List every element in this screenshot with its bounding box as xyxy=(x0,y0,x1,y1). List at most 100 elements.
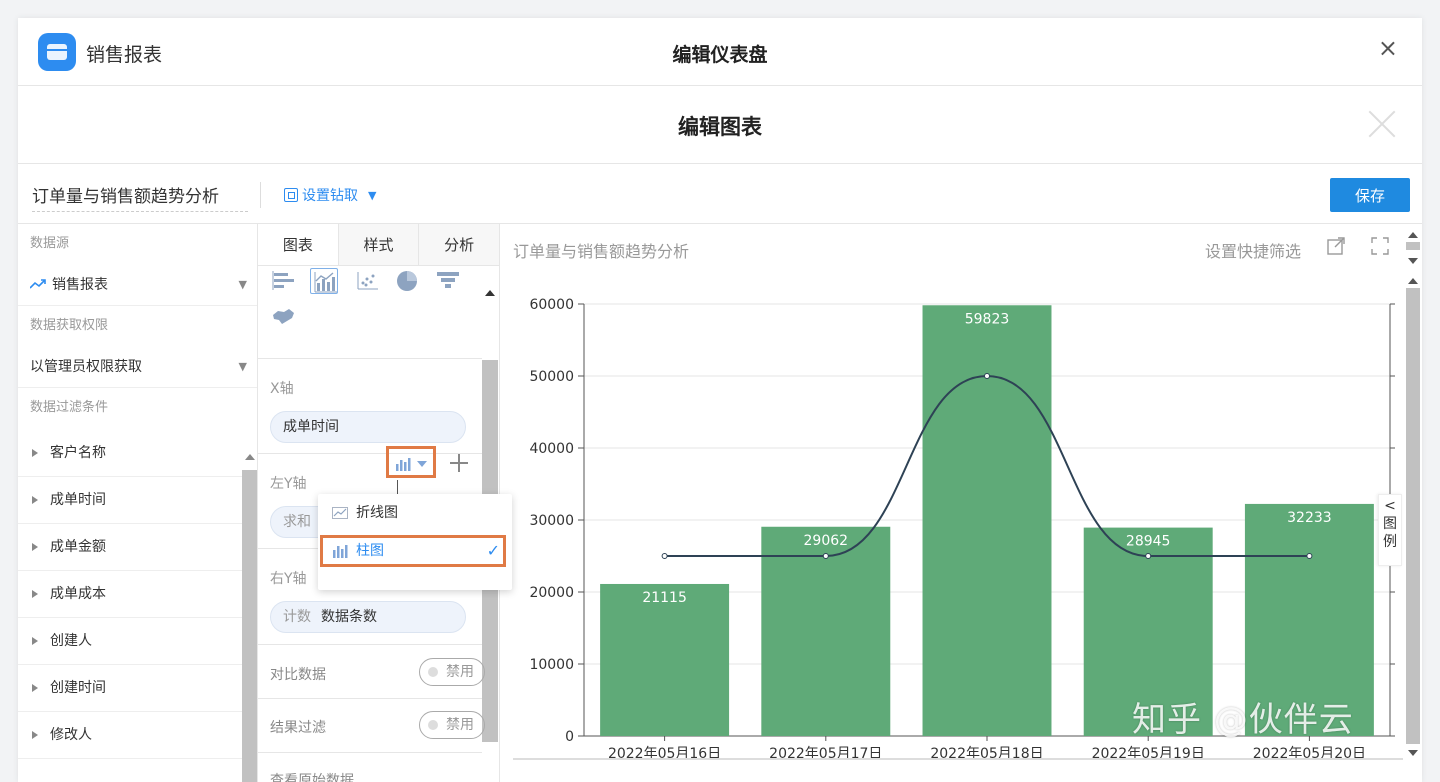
pie-chart-icon[interactable] xyxy=(394,268,422,294)
combo-chart-icon[interactable] xyxy=(310,268,338,294)
line-point[interactable] xyxy=(1306,553,1313,559)
tab-analysis[interactable]: 分析 xyxy=(419,224,499,265)
bar[interactable] xyxy=(600,583,730,736)
save-button[interactable]: 保存 xyxy=(1330,178,1410,212)
toolbar-divider xyxy=(260,182,261,208)
y-tick-label: 50000 xyxy=(529,369,574,385)
add-icon[interactable] xyxy=(450,454,468,472)
chart-scrollbar[interactable] xyxy=(1406,288,1420,744)
filter-item-label: 成单时间 xyxy=(50,492,106,508)
scroll-up-icon[interactable] xyxy=(1408,232,1418,238)
chevron-down-icon xyxy=(417,461,427,467)
chevron-left-icon: < xyxy=(1384,498,1396,514)
filter-item-deal-amount[interactable]: 成单金额 xyxy=(18,524,244,571)
tab-chart[interactable]: 图表 xyxy=(258,224,339,265)
line-point[interactable] xyxy=(1145,553,1152,559)
scroll-down-icon[interactable] xyxy=(1408,750,1418,756)
quick-filter-link[interactable]: 设置快捷筛选 xyxy=(1205,238,1301,262)
y-tick-label: 60000 xyxy=(529,297,574,313)
aggregation-label: 计数 xyxy=(283,609,311,625)
filter-item-label: 修改人 xyxy=(50,727,92,743)
bar[interactable] xyxy=(1244,503,1374,736)
filter-item-created-time[interactable]: 创建时间 xyxy=(18,665,244,712)
x-axis-label: X轴 xyxy=(270,381,294,397)
legend-label: 图例 xyxy=(1383,516,1397,550)
filter-item-label: 创建时间 xyxy=(50,680,106,696)
dropdown-option-label: 折线图 xyxy=(356,505,398,521)
expand-icon xyxy=(32,590,38,598)
bar-value-label: 28945 xyxy=(1126,534,1171,550)
dropdown-option-label: 柱图 xyxy=(356,543,384,559)
filter-item-label: 成单金额 xyxy=(50,539,106,555)
divider xyxy=(258,644,482,645)
open-external-icon[interactable] xyxy=(1326,236,1346,256)
horizontal-bar-chart-icon[interactable] xyxy=(270,268,298,294)
filter-item-deal-time[interactable]: 成单时间 xyxy=(18,477,244,524)
line-chart-icon xyxy=(332,507,348,519)
funnel-chart-icon[interactable] xyxy=(434,268,462,294)
scroll-down-icon[interactable] xyxy=(1408,258,1418,264)
expand-icon xyxy=(32,731,38,739)
bar[interactable] xyxy=(922,305,1052,736)
chart-name-input[interactable] xyxy=(32,178,248,212)
permission-label: 数据获取权限 xyxy=(30,318,109,333)
x-axis-field-label: 成单时间 xyxy=(283,419,339,435)
scroll-up-icon[interactable] xyxy=(1408,278,1418,284)
view-raw-data-label[interactable]: 查看原始数据 xyxy=(270,770,354,782)
data-config-panel: 数据源 销售报表 ▼ 数据获取权限 以管理员权限获取 ▼ 数据过滤条件 客户名称… xyxy=(18,224,258,782)
bar-value-label: 29062 xyxy=(804,533,849,549)
fullscreen-icon[interactable] xyxy=(1370,236,1390,256)
y-tick-label: 10000 xyxy=(529,657,574,673)
map-chart-icon[interactable] xyxy=(270,304,298,330)
scroll-up-icon[interactable] xyxy=(485,290,495,296)
filter-item-customer[interactable]: 客户名称 xyxy=(18,430,244,477)
close-icon[interactable]: × xyxy=(1378,36,1398,60)
filter-item-label: 成单成本 xyxy=(50,586,106,602)
filter-item-modifier[interactable]: 修改人 xyxy=(18,712,244,759)
line-point[interactable] xyxy=(984,373,990,379)
chevron-down-icon: ▼ xyxy=(238,360,247,373)
chart-footer-divider xyxy=(513,758,1403,760)
datasource-label: 数据源 xyxy=(30,236,70,251)
bar-value-label: 32233 xyxy=(1287,510,1332,526)
x-axis-field[interactable]: 成单时间 xyxy=(270,411,466,443)
chart-editor-header: 编辑图表 xyxy=(18,86,1422,164)
dashboard-editor-window: 销售报表 编辑仪表盘 × 编辑图表 设置钻取 ▼ 保存 数据源 销售报表 ▼ 数… xyxy=(18,18,1422,782)
drill-setting-button[interactable]: 设置钻取 ▼ xyxy=(284,185,376,205)
expand-icon xyxy=(32,449,38,457)
chart-editor-title: 编辑图表 xyxy=(678,115,762,139)
result-filter-toggle[interactable]: 禁用 xyxy=(419,711,485,739)
combo-chart: 0100002000030000400005000060000211152022… xyxy=(529,297,1395,762)
tab-style[interactable]: 样式 xyxy=(338,224,420,265)
filter-item-label: 客户名称 xyxy=(50,445,106,461)
datasource-select[interactable]: 销售报表 ▼ xyxy=(18,264,257,306)
line-point[interactable] xyxy=(661,553,668,559)
left-y-chart-type-button[interactable] xyxy=(386,446,436,478)
filter-item-deal-cost[interactable]: 成单成本 xyxy=(18,571,244,618)
line-point[interactable] xyxy=(822,553,829,559)
drill-icon xyxy=(284,188,298,202)
filter-item-label: 创建人 xyxy=(50,633,92,649)
editor-close-icon[interactable] xyxy=(1364,106,1400,142)
expand-icon xyxy=(32,684,38,692)
compare-data-label: 对比数据 xyxy=(270,667,326,683)
scroll-up-icon[interactable] xyxy=(245,454,255,460)
dropdown-option-line[interactable]: 折线图 xyxy=(318,494,512,532)
filter-item-creator[interactable]: 创建人 xyxy=(18,618,244,665)
filter-scrollbar[interactable] xyxy=(242,470,257,782)
bar-value-label: 21115 xyxy=(642,590,687,606)
filter-conditions-label: 数据过滤条件 xyxy=(30,400,109,415)
right-y-axis-field[interactable]: 计数 数据条数 xyxy=(270,601,466,633)
trend-icon xyxy=(30,279,46,289)
top-bar: 销售报表 编辑仪表盘 × xyxy=(18,18,1422,86)
legend-toggle[interactable]: < 图例 xyxy=(1378,494,1402,566)
dropdown-option-bar[interactable]: 柱图 ✓ xyxy=(318,532,512,570)
datasource-value: 销售报表 xyxy=(52,277,108,293)
y-tick-label: 30000 xyxy=(529,513,574,529)
compare-data-toggle[interactable]: 禁用 xyxy=(419,658,485,686)
scatter-chart-icon[interactable] xyxy=(354,268,382,294)
permission-select[interactable]: 以管理员权限获取 ▼ xyxy=(18,346,257,388)
aggregation-label: 求和 xyxy=(283,514,311,530)
right-y-axis-label: 右Y轴 xyxy=(270,571,307,587)
scrollbar[interactable] xyxy=(1406,242,1420,250)
